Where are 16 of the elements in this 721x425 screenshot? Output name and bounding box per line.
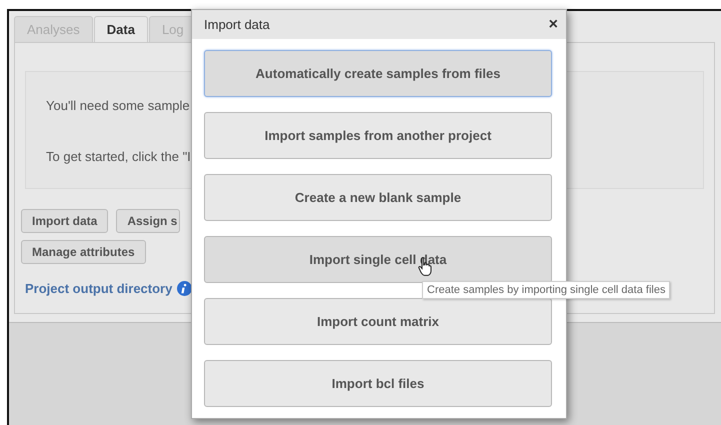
message-text: To get started, click the "I [46,149,192,164]
close-button[interactable]: × [548,16,558,34]
import-option-button[interactable]: Automatically create samples from files [204,50,552,97]
tab[interactable]: Data [94,16,148,43]
import-option-button[interactable]: Import count matrix [204,298,552,345]
output-directory-link[interactable]: Project output directory [25,281,172,296]
import-option-button[interactable]: Import samples from another project [204,112,552,159]
info-icon[interactable] [177,281,192,296]
import-option-button[interactable]: Create a new blank sample [204,174,552,221]
action-button[interactable]: Import data [21,209,108,233]
tooltip: Create samples by importing single cell data files [422,281,670,299]
message-text: You'll need some sample [46,98,191,113]
action-button[interactable]: Assign s [116,209,180,233]
action-button[interactable]: Manage attributes [21,240,146,264]
dialog-title: Import data [204,17,270,32]
import-option-button[interactable]: Import bcl files [204,360,552,407]
